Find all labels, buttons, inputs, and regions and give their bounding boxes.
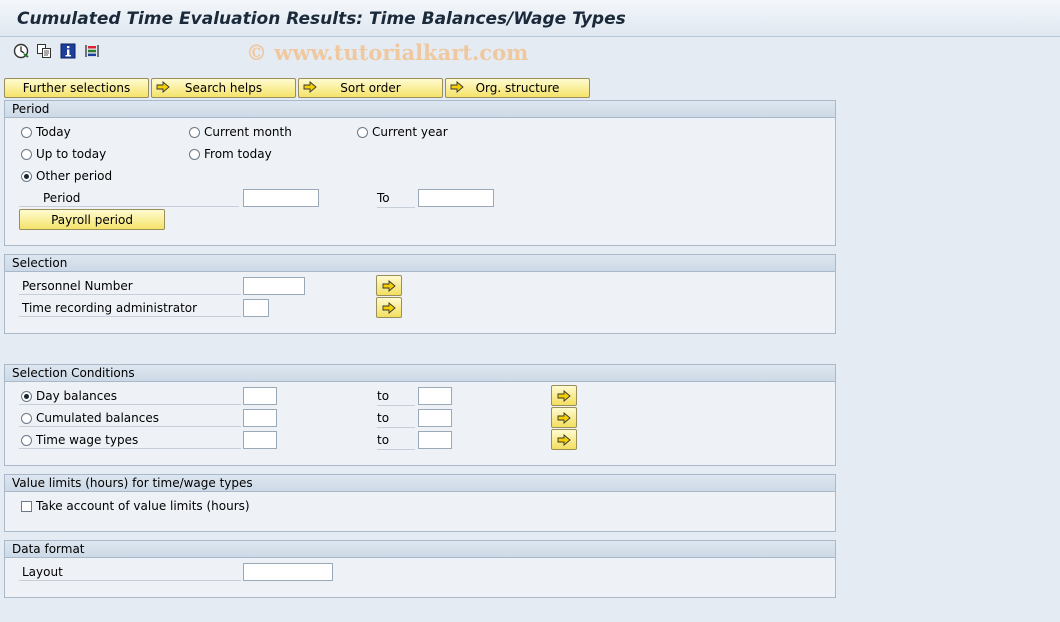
period-to-label: To [377, 189, 415, 208]
radio-other-period[interactable] [21, 171, 32, 182]
value-limits-group: Value limits (hours) for time/wage types… [4, 474, 836, 532]
radio-from-today[interactable] [189, 149, 200, 160]
cumulated-balances-to-input[interactable] [418, 409, 452, 427]
take-account-checkbox[interactable] [21, 501, 32, 512]
further-selections-button[interactable]: Further selections [4, 78, 149, 98]
day-balances-to-input[interactable] [418, 387, 452, 405]
time-wage-types-to-input[interactable] [418, 431, 452, 449]
time-wage-types-label: Time wage types [19, 431, 241, 449]
radio-up-to-today[interactable] [21, 149, 32, 160]
cumulated-balances-multiple-selection-button[interactable] [551, 407, 577, 428]
period-field-label: Period [19, 189, 239, 207]
application-toolbar [0, 37, 1060, 69]
copy-variant-icon[interactable] [36, 43, 52, 59]
payroll-period-label: Payroll period [51, 212, 133, 227]
arrow-right-icon [156, 81, 170, 96]
arrow-right-icon [450, 81, 464, 96]
page-title: Cumulated Time Evaluation Results: Time … [17, 9, 626, 29]
selection-conditions-group: Selection Conditions Day balances to Cum… [4, 364, 836, 466]
selection-conditions-group-title: Selection Conditions [5, 365, 835, 382]
period-from-input[interactable] [243, 189, 319, 207]
period-group-title: Period [5, 101, 835, 118]
radio-today-label: Today [36, 125, 71, 139]
radio-from-today-label: From today [204, 147, 272, 161]
period-group: Period Today Current month Current year … [4, 100, 836, 246]
time-admin-input[interactable] [243, 299, 269, 317]
radio-current-year-label: Current year [372, 125, 448, 139]
arrow-right-icon [382, 301, 396, 314]
search-helps-label: Search helps [184, 81, 263, 95]
period-to-input[interactable] [418, 189, 494, 207]
radio-other-period-label: Other period [36, 169, 113, 183]
sort-order-label: Sort order [340, 81, 401, 95]
arrow-right-icon [557, 411, 571, 424]
data-format-group-title: Data format [5, 541, 835, 558]
radio-current-month-label: Current month [204, 125, 292, 139]
selection-group: Selection Personnel Number Time recordin… [4, 254, 836, 334]
selection-options-icon[interactable] [84, 43, 100, 59]
further-selections-label: Further selections [22, 81, 131, 95]
cumulated-balances-to-label: to [377, 409, 415, 428]
arrow-right-icon [382, 279, 396, 292]
time-wage-types-from-input[interactable] [243, 431, 277, 449]
take-account-label: Take account of value limits (hours) [36, 499, 250, 513]
radio-current-month[interactable] [189, 127, 200, 138]
time-admin-multiple-selection-button[interactable] [376, 297, 402, 318]
layout-input[interactable] [243, 563, 333, 581]
search-helps-button[interactable]: Search helps [151, 78, 296, 98]
data-format-group: Data format Layout [4, 540, 836, 598]
payroll-period-button[interactable]: Payroll period [19, 209, 165, 230]
personnel-number-label: Personnel Number [19, 277, 241, 295]
time-wage-types-multiple-selection-button[interactable] [551, 429, 577, 450]
personnel-number-multiple-selection-button[interactable] [376, 275, 402, 296]
day-balances-from-input[interactable] [243, 387, 277, 405]
org-structure-button[interactable]: Org. structure [445, 78, 590, 98]
arrow-right-icon [557, 389, 571, 402]
selection-group-title: Selection [5, 255, 835, 272]
personnel-number-input[interactable] [243, 277, 305, 295]
radio-today[interactable] [21, 127, 32, 138]
day-balances-label: Day balances [19, 387, 241, 405]
day-balances-multiple-selection-button[interactable] [551, 385, 577, 406]
execute-icon[interactable] [13, 43, 29, 59]
arrow-right-icon [557, 433, 571, 446]
day-balances-to-label: to [377, 387, 415, 406]
info-icon[interactable] [60, 43, 76, 59]
radio-up-to-today-label: Up to today [36, 147, 107, 161]
arrow-right-icon [303, 81, 317, 96]
value-limits-group-title: Value limits (hours) for time/wage types [5, 475, 835, 492]
sort-order-button[interactable]: Sort order [298, 78, 443, 98]
watermark: © www.tutorialkart.com [246, 40, 529, 65]
cumulated-balances-from-input[interactable] [243, 409, 277, 427]
radio-current-year[interactable] [357, 127, 368, 138]
cumulated-balances-label: Cumulated balances [19, 409, 241, 427]
time-admin-label: Time recording administrator [19, 299, 241, 317]
time-wage-types-to-label: to [377, 431, 415, 450]
layout-label: Layout [19, 563, 241, 581]
org-structure-label: Org. structure [475, 81, 560, 95]
